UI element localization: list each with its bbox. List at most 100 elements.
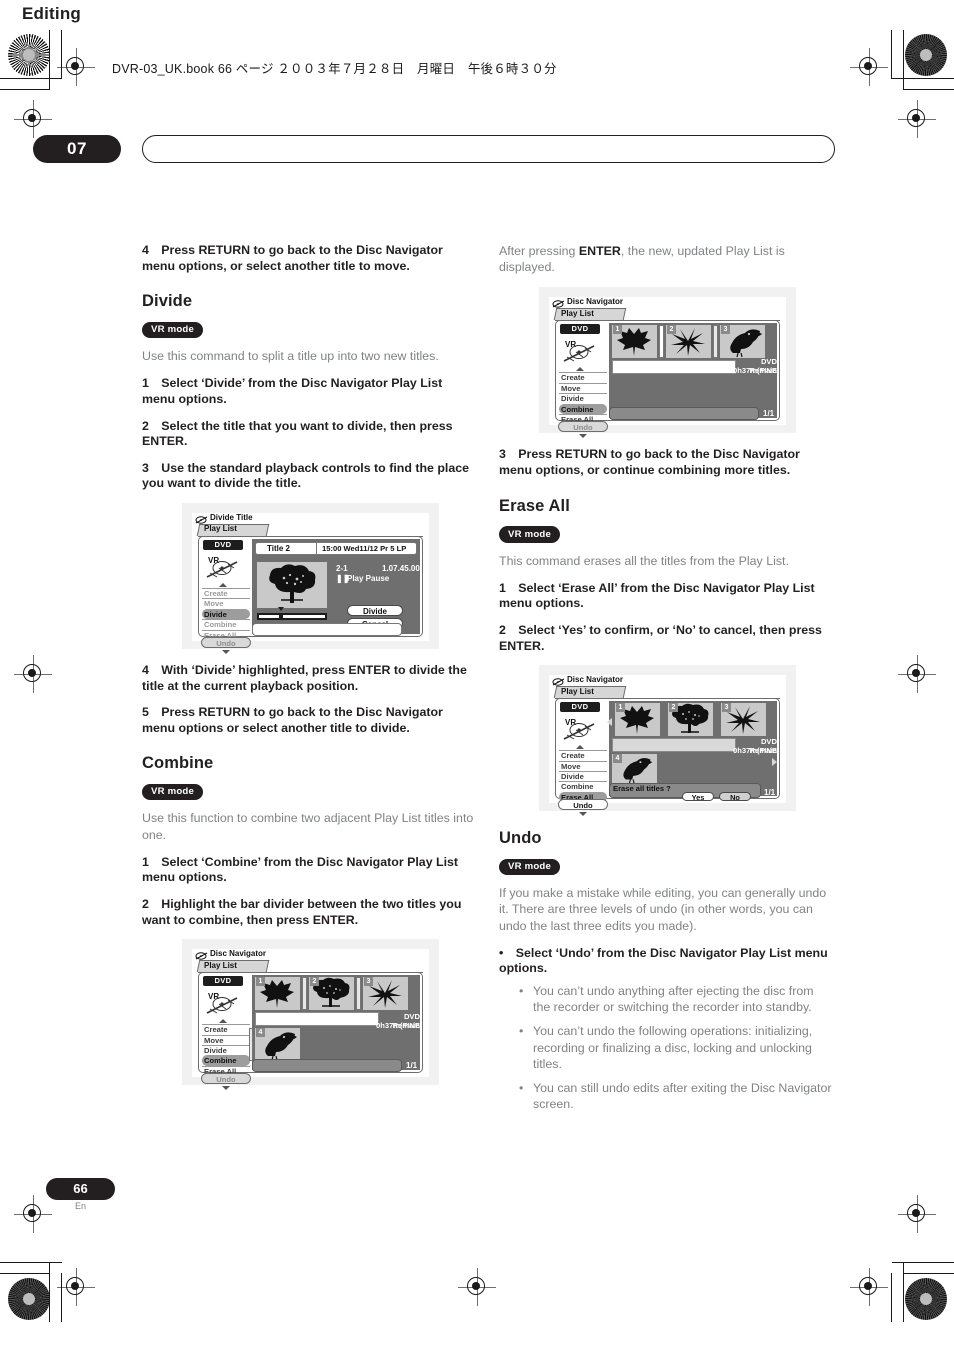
page-language-code: En — [74, 1201, 86, 1211]
figure-erase-all: Disc Navigator Play List DVD VR Create M… — [539, 665, 796, 817]
menu-item-divide[interactable]: Divide — [202, 608, 250, 620]
registration-mark-bottom-left — [57, 1268, 95, 1306]
registration-mark-lower-right — [898, 1195, 936, 1233]
thumbnail-number: 3 — [722, 703, 731, 713]
menu-item-create[interactable]: Create — [202, 1024, 250, 1034]
menu-item-create[interactable]: Create — [559, 372, 607, 382]
right-column: After pressing ENTER, the new, updated P… — [499, 243, 834, 1120]
registration-mark-top-right — [850, 48, 888, 86]
title-thumbnail[interactable]: 1 — [255, 977, 300, 1011]
video-preview — [257, 561, 327, 608]
menu-item-divide[interactable]: Divide — [559, 770, 607, 781]
title-thumbnail[interactable]: 2 — [668, 703, 713, 737]
title-divider-bar[interactable] — [659, 325, 664, 359]
page-number-badge: 66 — [46, 1178, 115, 1200]
combine-step-3: 3 Press RETURN to go back to the Disc Na… — [499, 447, 800, 477]
bullet-dot-icon: • — [519, 1080, 524, 1095]
scroll-up-caret-icon[interactable] — [576, 367, 584, 372]
bullet-dot-icon: • — [519, 983, 524, 998]
thumbnail-number: 1 — [256, 977, 265, 987]
scroll-right-arrow-icon[interactable] — [772, 758, 777, 767]
title-thumbnail[interactable]: 1 — [615, 703, 660, 737]
title-meta: 15:00 Wed11/12 Pr 5 LP — [322, 543, 407, 553]
tab-play-list-label: Play List — [204, 524, 237, 534]
scroll-up-caret-icon[interactable] — [576, 745, 584, 750]
title-thumbnail[interactable]: 2 — [666, 325, 711, 359]
no-button[interactable]: No — [719, 792, 751, 802]
osd-screen-combine-after: Disc Navigator Play List DVD VR Create M… — [549, 297, 786, 439]
menu-item-divide[interactable]: Divide — [559, 393, 607, 403]
page-title: Editing — [22, 4, 81, 23]
undo-button[interactable]: Undo — [558, 421, 608, 433]
disc-navigator-icon — [552, 675, 566, 686]
scroll-down-caret-icon[interactable] — [579, 434, 587, 439]
menu-item-combine[interactable]: Combine — [559, 403, 607, 414]
star-target-mark-top-left — [8, 34, 50, 76]
disc-navigator-icon — [195, 949, 209, 960]
disc-navigator-icon — [552, 297, 566, 309]
title-divider-bar[interactable] — [249, 1028, 253, 1062]
title-thumbnail[interactable]: 1 — [612, 325, 657, 359]
menu-item-create[interactable]: Create — [202, 587, 250, 598]
divide-button[interactable]: Divide — [347, 604, 403, 616]
menu-item-move[interactable]: Move — [559, 760, 607, 771]
tab-play-list-label: Play List — [561, 686, 594, 696]
undo-sub-bullet-2: • You can’t undo the following operations… — [519, 1024, 813, 1071]
svg-text:VR: VR — [208, 992, 219, 1001]
chapter-title-bar — [142, 135, 835, 163]
menu-item-move[interactable]: Move — [202, 1034, 250, 1045]
bullet-dot-icon: • — [519, 1024, 524, 1039]
divide-step-2: 2 Select the title that you want to divi… — [142, 418, 453, 449]
crop-line — [903, 30, 905, 90]
scroll-down-caret-icon[interactable] — [222, 649, 230, 654]
scroll-up-caret-icon[interactable] — [219, 1019, 227, 1024]
erase-all-intro: This command erases all the titles from … — [499, 553, 789, 568]
after-enter-paragraph: After pressing ENTER, the new, updated P… — [499, 243, 834, 275]
title-thumbnail[interactable]: 2 — [309, 977, 354, 1011]
section-heading-undo: Undo — [499, 829, 542, 848]
scroll-down-caret-icon[interactable] — [579, 812, 587, 817]
crop-line — [892, 1262, 954, 1264]
disc-type-chip: DVD — [203, 539, 243, 550]
after-enter-bold: ENTER — [578, 244, 621, 258]
crop-line — [904, 89, 954, 91]
combine-intro: Use this function to combine two adjacen… — [142, 811, 474, 842]
title-thumbnail[interactable]: 3 — [721, 703, 766, 737]
disc-type-chip: DVD — [560, 702, 600, 713]
menu-item-combine[interactable]: Combine — [202, 1055, 250, 1066]
undo-sub-bullet-3: • You can still undo edits after exiting … — [519, 1080, 832, 1112]
yes-button[interactable]: Yes — [682, 792, 714, 802]
title-thumbnail[interactable]: 4 — [612, 754, 657, 785]
thumbnail-number: 4 — [256, 1028, 265, 1038]
dvd-remain-value: 0h37m(FINE) — [733, 746, 780, 756]
undo-button[interactable]: Undo — [201, 636, 251, 648]
transport-state: Play Pause — [347, 573, 390, 583]
scroll-down-caret-icon[interactable] — [222, 1086, 230, 1091]
menu-item-move[interactable]: Move — [202, 598, 250, 608]
title-thumbnail[interactable]: 4 — [255, 1028, 300, 1062]
menu-item-combine[interactable]: Combine — [202, 619, 250, 629]
title-divider-bar[interactable] — [302, 977, 307, 1011]
figure-combine-after: Disc Navigator Play List DVD VR Create M… — [539, 287, 796, 439]
menu-item-create[interactable]: Create — [559, 750, 607, 760]
scroll-up-caret-icon[interactable] — [219, 582, 227, 587]
combine-step-2: 2 Highlight the bar divider between the … — [142, 896, 462, 927]
crop-line — [904, 1273, 954, 1275]
menu-item-move[interactable]: Move — [559, 382, 607, 393]
osd-screen-erase-all: Disc Navigator Play List DVD VR Create M… — [549, 675, 786, 817]
seek-bar-knob[interactable] — [279, 612, 283, 620]
menu-item-combine[interactable]: Combine — [559, 781, 607, 791]
title-divider-bar[interactable] — [356, 977, 361, 1011]
vr-mode-thumbnail: VR — [562, 714, 598, 745]
undo-button[interactable]: Undo — [201, 1073, 251, 1085]
title-thumbnail[interactable]: 3 — [363, 977, 408, 1011]
figure-divide-title: Divide Title Play List DVD VR Create Mov… — [182, 502, 439, 654]
thumbnail-number: 1 — [613, 325, 622, 335]
tab-play-list-label: Play List — [204, 960, 237, 970]
star-target-mark-bottom-left — [8, 1278, 50, 1320]
scroll-left-arrow-icon[interactable] — [607, 718, 612, 727]
title-divider-bar[interactable] — [713, 325, 718, 359]
undo-button[interactable]: Undo — [558, 799, 608, 811]
menu-item-divide[interactable]: Divide — [202, 1044, 250, 1055]
title-thumbnail[interactable]: 3 — [720, 325, 765, 359]
